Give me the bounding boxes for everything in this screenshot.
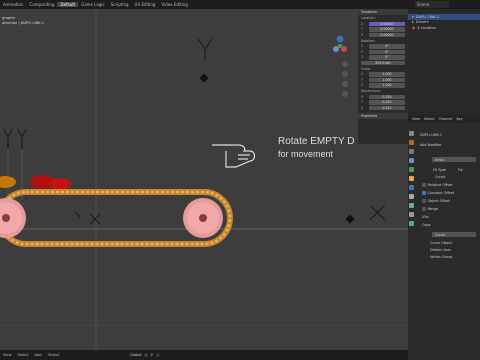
properties-header[interactable]: Properties (358, 112, 408, 119)
fit-type-value[interactable]: Fix (458, 168, 463, 172)
object-offset-row[interactable]: Object Offset (422, 199, 450, 203)
top-bar: Animation Compositing Default Game Logic… (0, 0, 480, 9)
workspace-tab-scripting[interactable]: Scripting (108, 2, 132, 7)
scene-icon[interactable] (409, 158, 414, 163)
data-icon[interactable] (409, 221, 414, 226)
object-icon: ▾ (412, 14, 414, 19)
properties-editor: View Select Channel Key DUPLI LINK.1 Add… (408, 115, 480, 360)
rotation-z-field[interactable]: 0° (369, 55, 405, 60)
location-z-row[interactable]: Z 0.00000 (358, 32, 408, 38)
location-y-field[interactable]: 0.00000 (369, 27, 405, 32)
curve-object-label: Curve Object (430, 241, 453, 245)
scale-y-row[interactable]: Y 1.000 (358, 77, 408, 83)
dimensions-y-row[interactable]: Y 0.020 (358, 100, 408, 106)
location-x-row[interactable]: X 0.00000 (358, 21, 408, 27)
output-icon[interactable] (409, 149, 414, 154)
dimensions-x-row[interactable]: X 0.150 (358, 94, 408, 100)
menu-object[interactable]: Object (45, 353, 63, 357)
object-name-field[interactable]: DUPLI LINK.1 (420, 133, 442, 137)
location-z-field[interactable]: 0.00000 (369, 32, 405, 37)
driver-icon: ▸ (412, 20, 414, 25)
relative-offset-row[interactable]: Relative Offset (422, 183, 452, 187)
rotation-z-row[interactable]: Z 0° (358, 55, 408, 61)
n-panel-transform: Transform Location: X 0.00000 Y 0.00000 Z0… (358, 9, 408, 144)
rotation-x-row[interactable]: X 0° (358, 44, 408, 50)
dimensions-x-field[interactable]: 0.150 (369, 94, 405, 99)
constant-offset-row[interactable]: Constant Offset (422, 191, 454, 195)
dimensions-z-field[interactable]: 0.014 (369, 105, 405, 110)
red-rollers (0, 175, 71, 190)
empty-objects (3, 38, 386, 225)
scene-name: Scene (417, 2, 430, 7)
scale-x-row[interactable]: X 1.000 (358, 72, 408, 78)
vertex-group-label: Vertex Group (430, 255, 453, 259)
workspace-tab-default[interactable]: Default (57, 2, 79, 7)
overlay-text-movement: for movement (278, 149, 334, 159)
merge-row[interactable]: Merge (422, 207, 438, 211)
scale-z-field[interactable]: 1.000 (369, 83, 405, 88)
deform-axis-label: Deform Axis (430, 248, 451, 252)
viewport-info-collection: ollection | DUPLI LINK.1 (2, 21, 45, 25)
physics-icon[interactable] (409, 203, 414, 208)
menu-select[interactable]: Select (15, 353, 32, 357)
scale-y-field[interactable]: 1.000 (369, 77, 405, 82)
fit-type-label: Fit Type (433, 168, 446, 172)
tab-channel[interactable]: Channel (439, 117, 453, 121)
add-modifier-button[interactable]: Add Modifier (420, 143, 441, 147)
particles-icon[interactable] (409, 194, 414, 199)
workspace-tab-animation[interactable]: Animation (0, 2, 26, 7)
workspace-tab-compositing[interactable]: Compositing (26, 2, 57, 7)
workspace-tab-game-logic[interactable]: Game Logic (78, 2, 108, 7)
pointing-hand-icon (212, 144, 256, 168)
uvs-row[interactable]: UVs (422, 215, 429, 219)
rotation-mode-row[interactable]: XYZ Euler (358, 60, 408, 66)
pivot-icon[interactable]: ◎ (144, 353, 147, 357)
outliner: ▾ DUPLI LINK.1 ▸ Drivers ● X Location (408, 9, 480, 115)
caps-row[interactable]: Caps (422, 223, 430, 227)
render-icon[interactable] (409, 140, 414, 145)
tab-key[interactable]: Key (456, 117, 462, 121)
outliner-item-x-location[interactable]: ● X Location (408, 25, 480, 31)
viewport-tools: Global ◎ ⚲ ○ (130, 350, 159, 360)
viewport-info-title: graphic (2, 16, 16, 20)
properties-tab-column (408, 127, 416, 230)
scene-selector[interactable]: Scene (415, 1, 449, 8)
constraints-icon[interactable] (409, 212, 414, 217)
menu-view[interactable]: View (0, 353, 15, 357)
workspace-tab-video-editing[interactable]: Video Editing (158, 2, 190, 7)
tool-icon[interactable] (409, 131, 414, 136)
world-icon[interactable] (409, 167, 414, 172)
wrench-icon[interactable] (409, 185, 414, 190)
count-label: Count (435, 175, 446, 179)
transform-orientation-select[interactable]: Global (130, 353, 141, 357)
overlay-text-rotate: Rotate EMPTY D (278, 136, 355, 147)
object-icon[interactable] (409, 176, 414, 181)
dimensions-y-field[interactable]: 0.020 (369, 100, 405, 105)
location-y-row[interactable]: Y 0.00000 (358, 27, 408, 33)
scale-z-row[interactable]: Z 1.000 (358, 83, 408, 89)
array-modifier-name[interactable]: Array (435, 158, 444, 162)
viewport-canvas (0, 9, 408, 350)
snap-icon[interactable]: ⚲ (151, 353, 154, 357)
viewport-header-bottom: View Select Add Object (0, 350, 408, 360)
menu-add[interactable]: Add (32, 353, 45, 357)
workspace-tab-uv-editing[interactable]: UV Editing (132, 2, 159, 7)
rotation-x-field[interactable]: 0° (369, 44, 405, 49)
tab-view[interactable]: View (412, 117, 420, 121)
dimensions-z-row[interactable]: Z 0.014 (358, 105, 408, 111)
proportional-icon[interactable]: ○ (156, 353, 159, 357)
location-x-field[interactable]: 0.00000 (369, 21, 405, 26)
curve-modifier-name[interactable]: Curve (435, 233, 445, 237)
rotation-y-field[interactable]: 0° (369, 49, 405, 54)
scale-x-field[interactable]: 1.000 (369, 72, 405, 77)
rotation-y-row[interactable]: Y 0° (358, 49, 408, 55)
3d-viewport[interactable]: graphic ollection | DUPLI LINK.1 Rotate … (0, 9, 408, 350)
rotation-mode-select[interactable]: XYZ Euler (361, 60, 405, 65)
tab-select[interactable]: Select (424, 117, 434, 121)
properties-header-tabs: View Select Channel Key (408, 115, 480, 123)
channel-icon: ● (412, 25, 416, 30)
sprocket-right (183, 198, 223, 238)
